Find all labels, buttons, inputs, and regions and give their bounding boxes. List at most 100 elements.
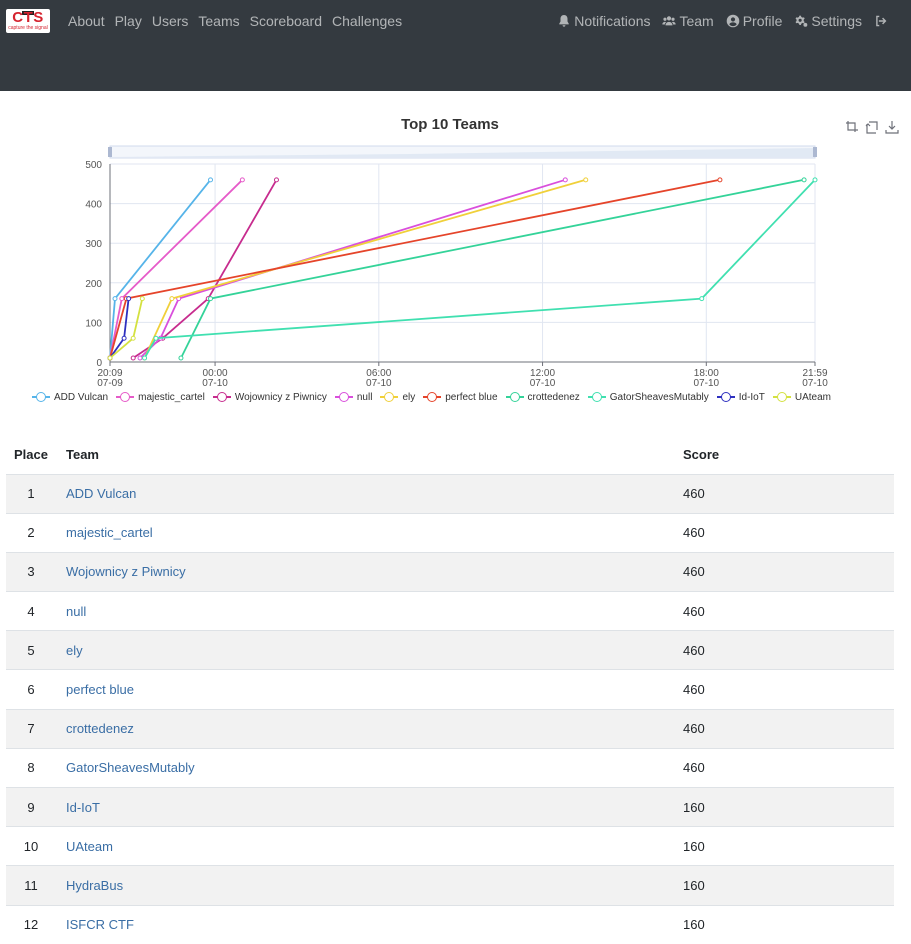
legend-item[interactable]: ADD Vulcan — [32, 392, 108, 403]
team-link[interactable]: HydraBus — [66, 878, 123, 893]
data-point[interactable] — [137, 355, 143, 361]
data-point[interactable] — [208, 177, 214, 183]
data-point[interactable] — [562, 177, 568, 183]
place-cell: 6 — [6, 669, 56, 710]
legend-item[interactable]: Id-IoT — [716, 391, 765, 403]
team-link[interactable]: ISFCR CTF — [66, 917, 134, 932]
nav-about[interactable]: About — [68, 13, 105, 29]
data-point[interactable] — [717, 177, 723, 183]
legend-item[interactable]: Wojownicy z Piwnicy — [212, 391, 327, 403]
gears-icon — [795, 15, 808, 27]
nav-logout[interactable] — [874, 14, 891, 28]
data-point[interactable] — [273, 177, 279, 183]
x-tick-label-date: 07-10 — [694, 378, 720, 389]
legend-item[interactable]: UAteam — [772, 392, 831, 403]
data-point[interactable] — [126, 296, 132, 302]
place-cell: 5 — [6, 630, 56, 670]
team-link[interactable]: null — [66, 604, 86, 619]
team-link[interactable]: perfect blue — [66, 682, 134, 697]
data-point[interactable] — [107, 355, 113, 361]
score-cell: 160 — [683, 826, 894, 866]
nav-team[interactable]: Team — [662, 13, 714, 29]
table-header-row: Place Team Score — [6, 436, 894, 475]
legend-item[interactable]: ely — [380, 392, 415, 403]
nav-scoreboard[interactable]: Scoreboard — [250, 13, 322, 29]
logo-tagline: capture the signal — [8, 25, 48, 31]
data-point[interactable] — [583, 177, 589, 183]
score-cell: 460 — [683, 551, 894, 592]
save-image-button[interactable] — [885, 120, 903, 136]
legend-label: perfect blue — [445, 391, 498, 403]
data-point[interactable] — [130, 355, 136, 361]
zoom-reset-button[interactable] — [865, 120, 883, 136]
data-point[interactable] — [812, 177, 818, 183]
place-cell: 10 — [6, 826, 56, 866]
data-point[interactable] — [139, 296, 145, 302]
team-cell: ISFCR CTF — [56, 904, 683, 944]
legend-label: ely — [402, 391, 416, 403]
nav-settings[interactable]: Settings — [794, 13, 862, 29]
legend-item[interactable]: perfect blue — [423, 391, 498, 403]
place-cell: 12 — [6, 904, 56, 944]
nav-play[interactable]: Play — [115, 13, 142, 29]
legend-item[interactable]: majestic_cartel — [116, 392, 205, 403]
datazoom-handle-left[interactable] — [108, 147, 112, 157]
legend-label: Id-IoT — [738, 391, 765, 403]
legend-item[interactable]: GatorSheavesMutably — [587, 392, 709, 403]
score-chart[interactable]: 010020030040050020:0907-0900:0007-1006:0… — [0, 140, 911, 410]
team-link[interactable]: Wojownicy z Piwnicy — [66, 564, 186, 579]
legend-line-circle-icon — [423, 392, 442, 402]
team-link[interactable]: majestic_cartel — [66, 525, 153, 540]
data-point[interactable] — [119, 296, 125, 302]
brand-logo[interactable]: CTS capture the signal — [6, 9, 50, 33]
top-navbar: CTS capture the signal About Play Users … — [0, 0, 911, 91]
x-tick-label-date: 07-09 — [97, 378, 123, 389]
datazoom-handle-right[interactable] — [813, 147, 817, 157]
legend-item[interactable]: null — [334, 392, 372, 403]
data-point[interactable] — [169, 296, 175, 302]
y-tick-label: 500 — [85, 160, 102, 171]
data-point[interactable] — [699, 296, 705, 302]
legend-item[interactable]: crottedenez — [505, 392, 580, 403]
zoom-button[interactable] — [845, 120, 863, 136]
zoom-icon — [846, 121, 858, 132]
chart-title: Top 10 Teams — [401, 116, 499, 133]
legend-line-circle-icon — [380, 392, 399, 402]
series-line[interactable] — [139, 178, 566, 359]
data-point[interactable] — [130, 335, 136, 341]
data-point[interactable] — [121, 335, 127, 341]
place-cell: 2 — [6, 512, 56, 553]
data-point[interactable] — [112, 296, 118, 302]
team-link[interactable]: ely — [66, 643, 83, 658]
team-link[interactable]: Id-IoT — [66, 800, 100, 815]
header-score: Score — [683, 436, 894, 475]
data-point[interactable] — [153, 335, 159, 341]
team-cell: GatorSheavesMutably — [56, 747, 683, 788]
team-link[interactable]: UAteam — [66, 839, 113, 854]
data-point[interactable] — [239, 177, 245, 183]
series-line[interactable] — [143, 178, 587, 359]
x-tick-label-date: 07-10 — [530, 378, 556, 389]
team-link[interactable]: GatorSheavesMutably — [66, 760, 195, 775]
score-cell: 460 — [683, 473, 894, 514]
score-cell: 460 — [683, 630, 894, 670]
legend-label: Wojownicy z Piwnicy — [234, 391, 327, 403]
data-point[interactable] — [178, 355, 184, 361]
nav-notifications[interactable]: Notifications — [557, 13, 650, 29]
scoreboard-table: Place Team Score 1 ADD Vulcan 460 2 majestic… — [6, 436, 894, 944]
series-line[interactable] — [109, 178, 721, 359]
table-row: 1 ADD Vulcan 460 — [6, 473, 894, 514]
place-cell: 4 — [6, 591, 56, 631]
team-link[interactable]: ADD Vulcan — [66, 486, 136, 501]
nav-challenges[interactable]: Challenges — [332, 13, 402, 29]
nav-users[interactable]: Users — [152, 13, 189, 29]
data-point[interactable] — [142, 355, 148, 361]
data-point[interactable] — [801, 177, 807, 183]
series-line[interactable] — [109, 179, 244, 359]
score-cell: 460 — [683, 591, 894, 631]
nav-teams[interactable]: Teams — [198, 13, 239, 29]
nav-profile[interactable]: Profile — [726, 13, 782, 29]
team-link[interactable]: crottedenez — [66, 721, 134, 736]
team-cell: ADD Vulcan — [56, 473, 683, 514]
data-point[interactable] — [208, 296, 214, 302]
